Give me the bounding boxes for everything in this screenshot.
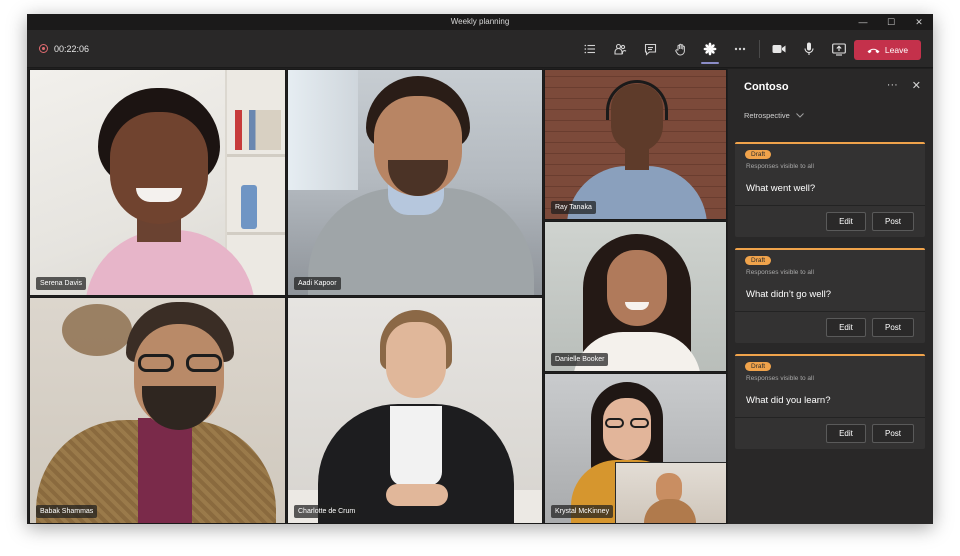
participant-face (603, 398, 651, 460)
leave-label: Leave (884, 45, 909, 55)
participant-neck (625, 148, 649, 170)
people-button[interactable] (605, 34, 635, 64)
apps-button[interactable] (695, 34, 725, 64)
question-text: What didn’t go well? (746, 289, 832, 300)
question-text: What went well? (746, 183, 816, 194)
window-light (288, 70, 358, 190)
visibility-text: Responses visible to all (746, 375, 814, 382)
camera-button[interactable] (764, 34, 794, 64)
share-screen-button[interactable] (824, 34, 854, 64)
share-icon (832, 42, 846, 56)
post-button[interactable]: Post (872, 212, 914, 231)
camera-icon (772, 45, 786, 53)
video-tile-aadi-kapoor[interactable]: Aadi Kapoor (287, 69, 543, 296)
participants-list-button[interactable] (575, 34, 605, 64)
chevron-down-icon (796, 113, 804, 118)
retrospective-dropdown[interactable]: Retrospective (744, 111, 933, 120)
side-panel: Contoso ··· ✕ Retrospective Draft Respon… (728, 69, 933, 524)
edit-button[interactable]: Edit (826, 424, 866, 443)
title-bar: Weekly planning — ☐ ✕ (27, 14, 933, 30)
question-text: What did you learn? (746, 395, 831, 406)
leave-button[interactable]: Leave (854, 40, 921, 60)
participant-name: Charlotte de Crum (294, 505, 360, 518)
video-tile-krystal-mckinney[interactable]: Krystal McKinney (544, 373, 727, 524)
maximize-button[interactable]: ☐ (877, 14, 905, 30)
chat-button[interactable] (635, 34, 665, 64)
window-title: Weekly planning (450, 17, 510, 26)
toolbar-divider (759, 40, 760, 58)
people-icon (613, 43, 626, 55)
raise-hand-icon (674, 43, 685, 55)
meeting-window: Weekly planning — ☐ ✕ 00:22:06 Leave Ser… (27, 14, 933, 524)
participant-name: Babak Shammas (36, 505, 98, 518)
toolbar-actions (575, 30, 854, 68)
more-actions-button[interactable] (725, 34, 755, 64)
edit-button[interactable]: Edit (826, 318, 866, 337)
timer-text: 00:22:06 (54, 43, 90, 54)
video-tile-ray-tanaka[interactable]: Ray Tanaka (544, 69, 727, 220)
mic-icon (804, 42, 814, 55)
raise-hand-button[interactable] (665, 34, 695, 64)
participant-smile (136, 188, 182, 202)
recording-timer: 00:22:06 (39, 44, 89, 54)
panel-actions: ··· ✕ (887, 79, 921, 92)
participant-name: Danielle Booker (551, 353, 609, 366)
video-tile-charlotte-de-crum[interactable]: Charlotte de Crum (287, 297, 543, 524)
visibility-text: Responses visible to all (746, 163, 814, 170)
recording-icon (39, 44, 48, 53)
panel-header: Contoso ··· ✕ (728, 69, 933, 105)
self-view-preview[interactable] (615, 462, 726, 523)
visibility-text: Responses visible to all (746, 269, 814, 276)
participant-face (607, 250, 667, 326)
glasses-icon (605, 418, 649, 428)
wall-decor (62, 304, 132, 356)
participant-shirt (138, 418, 192, 523)
video-tile-serena-davis[interactable]: Serena Davis (29, 69, 286, 296)
draft-badge: Draft (745, 362, 772, 371)
more-icon (734, 47, 746, 51)
card-divider (735, 311, 925, 312)
participant-hands (386, 484, 448, 506)
participant-face (386, 322, 446, 398)
chat-icon (644, 43, 656, 56)
participant-face (110, 112, 208, 224)
participant-name: Ray Tanaka (551, 201, 596, 214)
panel-title: Contoso (744, 81, 789, 93)
window-controls: — ☐ ✕ (849, 14, 933, 30)
list-icon (584, 44, 595, 54)
meeting-toolbar: 00:22:06 Leave (27, 30, 933, 68)
headset-icon (606, 80, 668, 120)
dropdown-label: Retrospective (744, 111, 790, 120)
participant-name: Aadi Kapoor (294, 277, 341, 290)
participant-name: Serena Davis (36, 277, 87, 290)
minimize-button[interactable]: — (849, 14, 877, 30)
question-card: Draft Responses visible to all What didn… (735, 248, 925, 343)
microphone-button[interactable] (794, 34, 824, 64)
participant-name: Krystal McKinney (551, 505, 614, 518)
draft-badge: Draft (745, 150, 772, 159)
post-button[interactable]: Post (872, 318, 914, 337)
video-tile-babak-shammas[interactable]: Babak Shammas (29, 297, 286, 524)
edit-button[interactable]: Edit (826, 212, 866, 231)
card-divider (735, 417, 925, 418)
post-button[interactable]: Post (872, 424, 914, 443)
panel-close-button[interactable]: ✕ (912, 79, 921, 92)
draft-badge: Draft (745, 256, 772, 265)
participant-blouse (390, 406, 442, 486)
glasses-icon (138, 354, 222, 372)
question-card: Draft Responses visible to all What did … (735, 354, 925, 449)
question-card: Draft Responses visible to all What went… (735, 142, 925, 237)
video-grid: Serena Davis Aadi Kapoor Ray Tanaka Dani… (29, 69, 727, 524)
video-tile-danielle-booker[interactable]: Danielle Booker (544, 221, 727, 372)
apps-icon (703, 42, 717, 56)
panel-more-button[interactable]: ··· (887, 79, 898, 92)
card-divider (735, 205, 925, 206)
close-window-button[interactable]: ✕ (905, 14, 933, 30)
hang-up-icon (867, 48, 880, 53)
